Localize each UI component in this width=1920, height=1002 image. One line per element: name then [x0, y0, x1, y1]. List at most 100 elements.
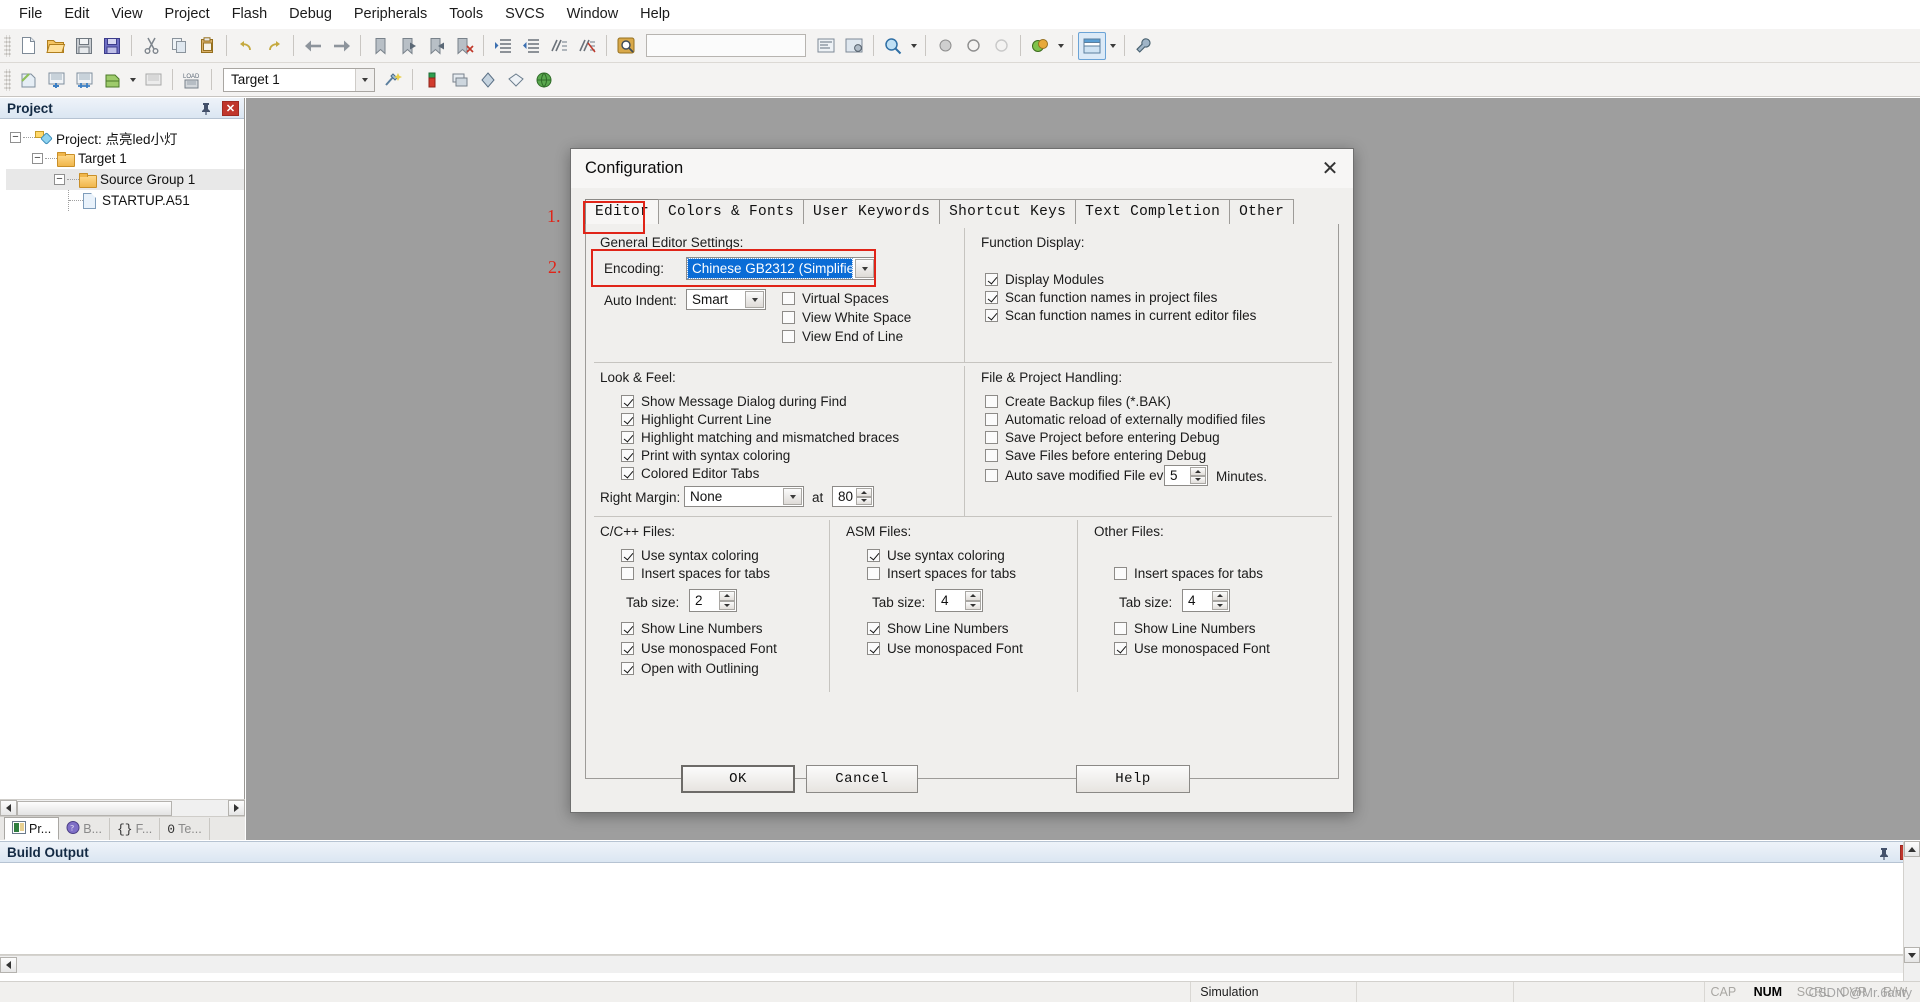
stop-build-icon[interactable] — [139, 66, 167, 94]
menu-edit[interactable]: Edit — [53, 2, 100, 26]
stepper-up-icon[interactable] — [1190, 467, 1206, 476]
display-modules-checkbox[interactable]: Display Modules — [985, 272, 1104, 287]
breakpoint-icon[interactable] — [931, 32, 959, 60]
configuration-wrench-icon[interactable] — [1130, 32, 1158, 60]
pin-icon[interactable] — [198, 100, 214, 116]
layout-dropdown-arrow[interactable] — [1106, 32, 1119, 60]
bookmark-prev-icon[interactable] — [394, 32, 422, 60]
view-end-of-line-checkbox[interactable]: View End of Line — [782, 329, 903, 344]
stepper-buttons[interactable] — [1190, 467, 1206, 484]
tree-item-file[interactable]: STARTUP.A51 — [6, 190, 244, 211]
save-project-before-debug-checkbox[interactable]: Save Project before entering Debug — [985, 430, 1220, 445]
target-options-icon[interactable] — [379, 66, 407, 94]
open-file-icon[interactable] — [42, 32, 70, 60]
scroll-thumb[interactable] — [17, 800, 172, 816]
bookmark-next-icon[interactable] — [422, 32, 450, 60]
toolbar-grip[interactable] — [4, 34, 11, 57]
scroll-left-icon[interactable] — [0, 956, 17, 973]
tree-item-target[interactable]: − Target 1 — [6, 148, 244, 169]
translate-file-icon[interactable] — [14, 66, 42, 94]
manage-run-time-env-icon[interactable] — [474, 66, 502, 94]
stepper-down-icon[interactable] — [719, 600, 735, 610]
asm-use-monospaced-font-checkbox[interactable]: Use monospaced Font — [867, 641, 1023, 656]
close-icon[interactable]: ✕ — [1307, 149, 1353, 188]
asm-use-syntax-coloring-checkbox[interactable]: Use syntax coloring — [867, 548, 1005, 563]
scroll-left-icon[interactable] — [0, 800, 17, 816]
tab-templates[interactable]: 0 Te... — [160, 818, 210, 840]
tab-shortcut-keys[interactable]: Shortcut Keys — [939, 199, 1077, 224]
scroll-up-icon[interactable] — [1904, 841, 1920, 857]
paste-icon[interactable] — [193, 32, 221, 60]
select-software-packs-icon[interactable] — [502, 66, 530, 94]
stepper-up-icon[interactable] — [719, 591, 735, 601]
colored-editor-tabs-checkbox[interactable]: Colored Editor Tabs — [621, 466, 759, 481]
menu-view[interactable]: View — [100, 2, 153, 26]
stepper-buttons[interactable] — [719, 591, 735, 610]
stepper-up-icon[interactable] — [965, 591, 981, 601]
manage-project-items-icon[interactable] — [446, 66, 474, 94]
c-tab-size-stepper[interactable]: 2 — [689, 589, 737, 612]
save-icon[interactable] — [70, 32, 98, 60]
build-output-text[interactable] — [0, 863, 1920, 955]
asm-tab-size-stepper[interactable]: 4 — [935, 589, 983, 612]
menu-peripherals[interactable]: Peripherals — [343, 2, 438, 26]
stepper-down-icon[interactable] — [1190, 475, 1206, 484]
chevron-down-icon[interactable] — [745, 291, 764, 308]
bookmark-toggle-icon[interactable] — [366, 32, 394, 60]
asm-insert-spaces-checkbox[interactable]: Insert spaces for tabs — [867, 566, 1016, 581]
tab-books[interactable]: ? B... — [59, 818, 110, 840]
auto-indent-select[interactable]: Smart — [686, 289, 766, 310]
rebuild-all-icon[interactable] — [70, 66, 98, 94]
other-use-monospaced-font-checkbox[interactable]: Use monospaced Font — [1114, 641, 1270, 656]
manage-components-icon[interactable] — [1026, 32, 1054, 60]
c-insert-spaces-checkbox[interactable]: Insert spaces for tabs — [621, 566, 770, 581]
components-dropdown-arrow[interactable] — [1054, 32, 1067, 60]
tab-text-completion[interactable]: Text Completion — [1075, 199, 1231, 224]
indent-increase-icon[interactable] — [489, 32, 517, 60]
chevron-down-icon[interactable] — [783, 488, 802, 505]
save-all-icon[interactable] — [98, 32, 126, 60]
pin-icon[interactable] — [1876, 845, 1892, 861]
window-layout-icon[interactable] — [1078, 31, 1106, 60]
view-white-space-checkbox[interactable]: View White Space — [782, 310, 911, 325]
batch-build-icon[interactable] — [98, 66, 126, 94]
menu-debug[interactable]: Debug — [278, 2, 343, 26]
c-use-monospaced-font-checkbox[interactable]: Use monospaced Font — [621, 641, 777, 656]
menu-file[interactable]: File — [8, 2, 53, 26]
expander-icon[interactable]: − — [32, 153, 43, 164]
tree-item-source-group[interactable]: − Source Group 1 — [6, 169, 244, 190]
chevron-down-icon[interactable] — [855, 259, 874, 278]
stepper-buttons[interactable] — [1212, 591, 1228, 610]
other-tab-size-stepper[interactable]: 4 — [1182, 589, 1230, 612]
show-message-dialog-checkbox[interactable]: Show Message Dialog during Find — [621, 394, 847, 409]
ok-button[interactable]: OK — [681, 765, 795, 793]
dialog-titlebar[interactable]: Configuration ✕ — [571, 149, 1353, 189]
configure-toolbar-icon[interactable] — [840, 32, 868, 60]
tree-item-project[interactable]: − Project: 点亮led小灯 — [6, 127, 244, 148]
stepper-up-icon[interactable] — [856, 488, 872, 497]
bookmark-clear-icon[interactable] — [450, 32, 478, 60]
menu-help[interactable]: Help — [629, 2, 681, 26]
new-file-icon[interactable] — [14, 32, 42, 60]
stepper-down-icon[interactable] — [1212, 600, 1228, 610]
zoom-icon[interactable] — [879, 32, 907, 60]
asm-show-line-numbers-checkbox[interactable]: Show Line Numbers — [867, 621, 1009, 636]
tab-other[interactable]: Other — [1229, 199, 1295, 224]
tab-functions[interactable]: {} F... — [110, 818, 161, 840]
stepper-down-icon[interactable] — [856, 496, 872, 505]
virtual-spaces-checkbox[interactable]: Virtual Spaces — [782, 291, 889, 306]
toolbar-grip[interactable] — [4, 68, 11, 91]
navigate-forward-icon[interactable] — [327, 32, 355, 60]
help-button[interactable]: Help — [1076, 765, 1190, 793]
scan-project-files-checkbox[interactable]: Scan function names in project files — [985, 290, 1217, 305]
copy-icon[interactable] — [165, 32, 193, 60]
batch-build-dropdown-arrow[interactable] — [126, 66, 139, 94]
close-icon[interactable]: ✕ — [222, 101, 239, 116]
build-output-hscrollbar[interactable] — [0, 955, 1920, 973]
right-margin-at-stepper[interactable]: 80 — [832, 486, 874, 507]
chevron-down-icon[interactable] — [355, 68, 374, 91]
redo-icon[interactable] — [260, 32, 288, 60]
indent-decrease-icon[interactable] — [517, 32, 545, 60]
undo-icon[interactable] — [232, 32, 260, 60]
create-backup-files-checkbox[interactable]: Create Backup files (*.BAK) — [985, 394, 1171, 409]
